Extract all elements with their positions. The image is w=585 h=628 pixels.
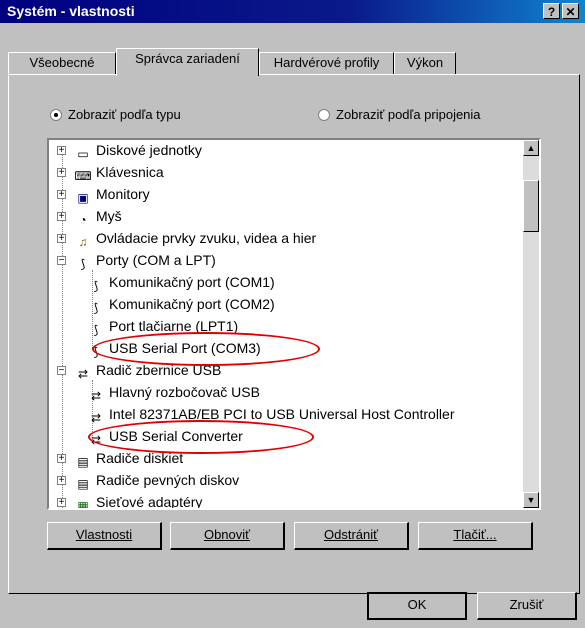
highlight-oval-com3 [92, 332, 320, 366]
tree-label: Monitory [96, 186, 150, 202]
tree-item-disk-drives[interactable]: + ▭ Diskové jednotky [57, 140, 202, 161]
scroll-up-arrow-icon[interactable]: ▲ [523, 140, 539, 156]
collapse-icon[interactable]: − [57, 256, 66, 266]
tree-scrollbar[interactable]: ▲ ▼ [523, 140, 539, 508]
radio-checked-icon [50, 109, 62, 121]
tree-item-hdd[interactable]: + ▤ Radiče pevných diskov [57, 469, 239, 491]
tree-item-com1[interactable]: ⟆ Komunikačný port (COM1) [87, 271, 275, 293]
tree-item-sound[interactable]: + ♫ Ovládacie prvky zvuku, videa a hier [57, 227, 316, 249]
tree-item-keyboard[interactable]: + ⌨ Klávesnica [57, 161, 164, 183]
floppy-controller-icon: ▤ [77, 455, 89, 469]
radio-view-by-type[interactable]: Zobraziť podľa typu [50, 106, 181, 124]
expand-icon[interactable]: + [57, 190, 66, 200]
tree-label: Porty (COM a LPT) [96, 252, 216, 268]
port-icon: ⟆ [93, 279, 99, 293]
tree-label: Radiče pevných diskov [96, 472, 240, 488]
print-label: Tlačiť... [453, 527, 497, 542]
radio-by-type-label: Zobraziť podľa typu [68, 107, 181, 122]
radio-view-by-connection[interactable]: Zobraziť podľa pripojenia [318, 106, 481, 124]
tree-label: Intel 82371AB/EB PCI to USB Universal Ho… [109, 406, 455, 422]
mouse-icon: ◔ [79, 213, 87, 227]
remove-label: Odstrániť [323, 527, 378, 542]
tree-item-usb-hub[interactable]: ⇄ Hlavný rozbočovač USB [87, 381, 260, 403]
tree-item-ports[interactable]: − ⟆ Porty (COM a LPT) [57, 249, 216, 271]
keyboard-icon: ⌨ [74, 169, 92, 183]
tree-label: Sieťové adaptéry [96, 494, 203, 510]
tree-label: Hlavný rozbočovač USB [109, 384, 260, 400]
tab-device-manager[interactable]: Správca zariadení [116, 48, 259, 76]
scroll-thumb[interactable] [523, 180, 539, 232]
tree-label: Klávesnica [96, 164, 164, 180]
tab-performance[interactable]: Výkon [394, 52, 456, 74]
highlight-oval-usb-converter [88, 420, 314, 454]
system-properties-window: Systém - vlastnosti ? ✕ Všeobecné Správc… [0, 0, 585, 628]
properties-label: Vlastnosti [75, 527, 133, 542]
device-tree[interactable]: + ▭ Diskové jednotky + ⌨ Klávesnica + ▣ Mon… [47, 138, 541, 510]
refresh-label: Obnoviť [203, 527, 251, 542]
usb-icon: ⇄ [90, 411, 102, 425]
expand-icon[interactable]: + [57, 212, 66, 222]
printer-port-icon: ⟆ [93, 323, 99, 337]
radio-unchecked-icon [318, 109, 330, 121]
scroll-down-arrow-icon[interactable]: ▼ [523, 492, 539, 508]
tree-item-monitors[interactable]: + ▣ Monitory [57, 183, 150, 205]
disk-controller-icon: ▤ [77, 477, 89, 491]
usb-icon: ⇄ [77, 367, 89, 381]
print-button[interactable]: Tlačiť... [418, 522, 533, 550]
sound-icon: ♫ [78, 235, 88, 249]
tree-label: Ovládacie prvky zvuku, videa a hier [96, 230, 317, 246]
cancel-button[interactable]: Zrušiť [477, 592, 577, 620]
properties-button[interactable]: Vlastnosti [47, 522, 162, 550]
monitor-icon: ▣ [77, 191, 89, 205]
help-button[interactable]: ? [543, 3, 560, 19]
tab-general[interactable]: Všeobecné [8, 52, 116, 74]
usb-icon: ⇄ [90, 389, 102, 403]
remove-button[interactable]: Odstrániť [294, 522, 409, 550]
disk-drive-icon: ▭ [77, 147, 89, 161]
expand-icon[interactable]: + [57, 498, 66, 508]
refresh-button[interactable]: Obnoviť [170, 522, 285, 550]
network-adapter-icon: ▦ [77, 499, 89, 510]
tree-label: Diskové jednotky [96, 142, 202, 158]
tab-hardware-profiles[interactable]: Hardvérové profily [259, 52, 394, 74]
collapse-icon[interactable]: − [57, 366, 66, 376]
expand-icon[interactable]: + [57, 146, 66, 156]
tree-label: Komunikačný port (COM1) [109, 274, 275, 290]
expand-icon[interactable]: + [57, 476, 66, 486]
expand-icon[interactable]: + [57, 168, 66, 178]
tree-item-network[interactable]: + ▦ Sieťové adaptéry [57, 491, 203, 510]
tree-item-mouse[interactable]: + ◔ Myš [57, 205, 122, 227]
port-icon: ⟆ [93, 301, 99, 315]
expand-icon[interactable]: + [57, 454, 66, 464]
tree-label: Myš [96, 208, 122, 224]
close-button[interactable]: ✕ [562, 3, 579, 19]
expand-icon[interactable]: + [57, 234, 66, 244]
tree-item-com2[interactable]: ⟆ Komunikačný port (COM2) [87, 293, 275, 315]
window-title: Systém - vlastnosti [7, 3, 135, 19]
port-icon: ⟆ [80, 257, 86, 271]
title-bar[interactable]: Systém - vlastnosti ? ✕ [0, 0, 585, 23]
ok-button[interactable]: OK [367, 592, 467, 620]
tree-label: Komunikačný port (COM2) [109, 296, 275, 312]
radio-by-connection-label: Zobraziť podľa pripojenia [336, 107, 481, 122]
